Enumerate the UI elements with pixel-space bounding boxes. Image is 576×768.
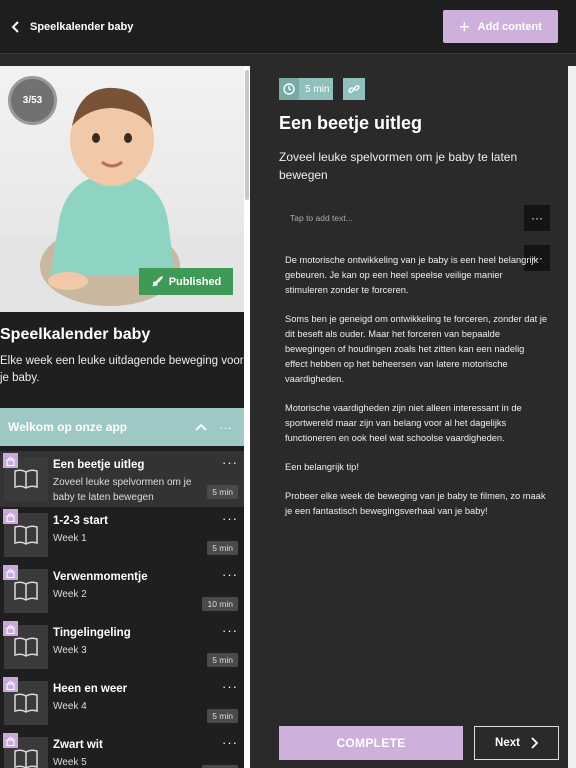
section-header[interactable]: Welkom op onze app ··· [0, 408, 244, 446]
published-label: Published [168, 275, 222, 288]
lesson-more-button[interactable]: ··· [222, 455, 238, 470]
lesson-title: Tingelingeling [53, 627, 131, 639]
lesson-title: 1-2-3 start [53, 515, 108, 527]
clock-icon [279, 78, 299, 100]
lesson-subtitle: Week 5 [53, 757, 87, 768]
progress-badge: 3/53 [8, 76, 57, 125]
lesson-duration: 10 min [202, 597, 238, 611]
lesson-detail: 5 min Een beetje uitleg Zoveel leuke spe… [262, 66, 568, 768]
book-icon [14, 749, 38, 768]
lesson-title: Een beetje uitleg [279, 113, 423, 133]
course-panel: 3/53 Published Speelkalender baby Elke w… [0, 66, 246, 768]
lesson-title: Heen en weer [53, 683, 128, 695]
complete-button[interactable]: COMPLETE [279, 726, 463, 760]
lesson-subtitle: Zoveel leuke spelvormen om je baby te la… [279, 150, 518, 182]
chevron-right-icon [531, 737, 538, 749]
lesson-more-button[interactable]: ··· [222, 623, 238, 638]
next-button[interactable]: Next [474, 726, 559, 760]
rocket-icon [152, 275, 163, 287]
right-edge-panel [568, 66, 576, 768]
link-button[interactable] [343, 78, 365, 100]
body-paragraph: Soms ben je geneigd om ontwikkeling te f… [285, 314, 548, 384]
book-icon [14, 525, 38, 545]
lesson-subtitle: Week 3 [53, 645, 87, 656]
text-block-more-button[interactable]: ··· [524, 205, 550, 231]
add-text-field[interactable]: Tap to add text... [290, 213, 353, 223]
body-paragraph: De motorische ontwikkeling van je baby i… [285, 255, 539, 295]
lesson-title: Zwart wit [53, 739, 103, 751]
published-badge[interactable]: Published [139, 268, 233, 295]
lesson-duration: 5 min [207, 653, 238, 667]
duration-text: 5 min [305, 83, 330, 95]
book-icon [14, 581, 38, 601]
link-icon [348, 85, 360, 93]
lock-icon [3, 565, 18, 580]
section-title: Welkom op onze app [8, 420, 128, 434]
course-cover-image: 3/53 Published [0, 66, 246, 312]
lesson-item[interactable]: Zwart wit Week 5 ··· 10 min [0, 731, 244, 768]
lesson-item[interactable]: 1-2-3 start Week 1 ··· 5 min [0, 507, 244, 563]
plus-icon: + [459, 16, 470, 37]
lesson-title: Verwenmomentje [53, 571, 148, 583]
add-content-label: Add content [477, 20, 542, 33]
course-title: Speelkalender baby [0, 326, 151, 343]
lesson-subtitle: Week 4 [53, 701, 87, 712]
lesson-item[interactable]: Verwenmomentje Week 2 ··· 10 min [0, 563, 244, 619]
lock-icon [3, 453, 18, 468]
course-description: Elke week een leuke uitdagende beweging … [0, 355, 244, 384]
lesson-list: Een beetje uitleg Zoveel leuke spelvorme… [0, 451, 244, 768]
body-paragraph: Een belangrijk tip! [285, 462, 359, 472]
lesson-subtitle: Week 2 [53, 589, 87, 600]
lesson-more-button[interactable]: ··· [222, 511, 238, 526]
lesson-body: De motorische ontwikkeling van je baby i… [285, 253, 547, 533]
lesson-subtitle: Week 1 [53, 533, 87, 544]
section-more-button[interactable]: ··· [219, 420, 232, 435]
lock-icon [3, 509, 18, 524]
lesson-item[interactable]: Een beetje uitleg Zoveel leuke spelvorme… [0, 451, 244, 507]
lock-icon [3, 733, 18, 748]
book-icon [14, 637, 38, 657]
lesson-subtitle: Zoveel leuke spelvormen om je baby te la… [53, 477, 192, 503]
chevron-up-icon[interactable] [195, 423, 207, 431]
back-title: Speelkalender baby [30, 21, 134, 33]
lock-icon [3, 621, 18, 636]
lesson-more-button[interactable]: ··· [222, 735, 238, 750]
lesson-more-button[interactable]: ··· [222, 679, 238, 694]
book-icon [14, 693, 38, 713]
lesson-more-button[interactable]: ··· [222, 567, 238, 582]
add-content-button[interactable]: + Add content [443, 10, 558, 43]
top-bar: Speelkalender baby + Add content [0, 0, 576, 54]
scrollbar-thumb[interactable] [245, 70, 249, 200]
lesson-duration: 5 min [207, 541, 238, 555]
lesson-duration: 5 min [207, 485, 238, 499]
back-button[interactable]: Speelkalender baby [10, 16, 133, 38]
lesson-duration: 5 min [207, 709, 238, 723]
lesson-item[interactable]: Heen en weer Week 4 ··· 5 min [0, 675, 244, 731]
duration-chip: 5 min [279, 78, 333, 100]
next-label: Next [495, 737, 520, 749]
lesson-title: Een beetje uitleg [53, 459, 145, 471]
body-paragraph: Probeer elke week de beweging van je bab… [285, 491, 546, 516]
lock-icon [3, 677, 18, 692]
book-icon [14, 469, 38, 489]
chevron-left-icon [11, 21, 19, 33]
body-paragraph: Motorische vaardigheden zijn niet alleen… [285, 403, 522, 443]
lesson-item[interactable]: Tingelingeling Week 3 ··· 5 min [0, 619, 244, 675]
